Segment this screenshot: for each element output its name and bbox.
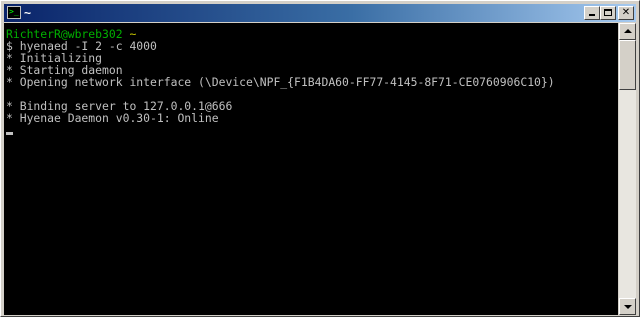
- maximize-button[interactable]: [600, 6, 616, 20]
- scroll-up-button[interactable]: [619, 23, 636, 40]
- console-line: * Hyenae Daemon v0.30-1: Online: [6, 111, 219, 125]
- vertical-scrollbar[interactable]: [619, 23, 636, 315]
- close-icon: ✕: [621, 7, 631, 18]
- minimize-button[interactable]: [584, 6, 600, 20]
- scrollbar-thumb[interactable]: [619, 40, 636, 90]
- text-cursor: [6, 132, 13, 135]
- scroll-down-button[interactable]: [619, 298, 636, 315]
- terminal-window: >_ ~ ✕ RichterR@wbreb302 ~ $ hyenaed -I …: [0, 0, 640, 317]
- arrow-up-icon: [624, 29, 632, 33]
- maximize-icon: [604, 9, 612, 16]
- minimize-icon: [589, 14, 595, 16]
- title-bar[interactable]: >_ ~ ✕: [4, 4, 636, 22]
- close-button[interactable]: ✕: [618, 6, 634, 20]
- terminal-icon-glyph: >_: [9, 7, 19, 16]
- terminal-icon[interactable]: >_: [7, 6, 21, 19]
- window-title: ~: [24, 6, 32, 20]
- console-line: * Opening network interface (\Device\NPF…: [6, 75, 555, 89]
- window-controls: ✕: [584, 6, 634, 20]
- console-output[interactable]: RichterR@wbreb302 ~ $ hyenaed -I 2 -c 40…: [4, 23, 618, 315]
- arrow-down-icon: [624, 305, 632, 309]
